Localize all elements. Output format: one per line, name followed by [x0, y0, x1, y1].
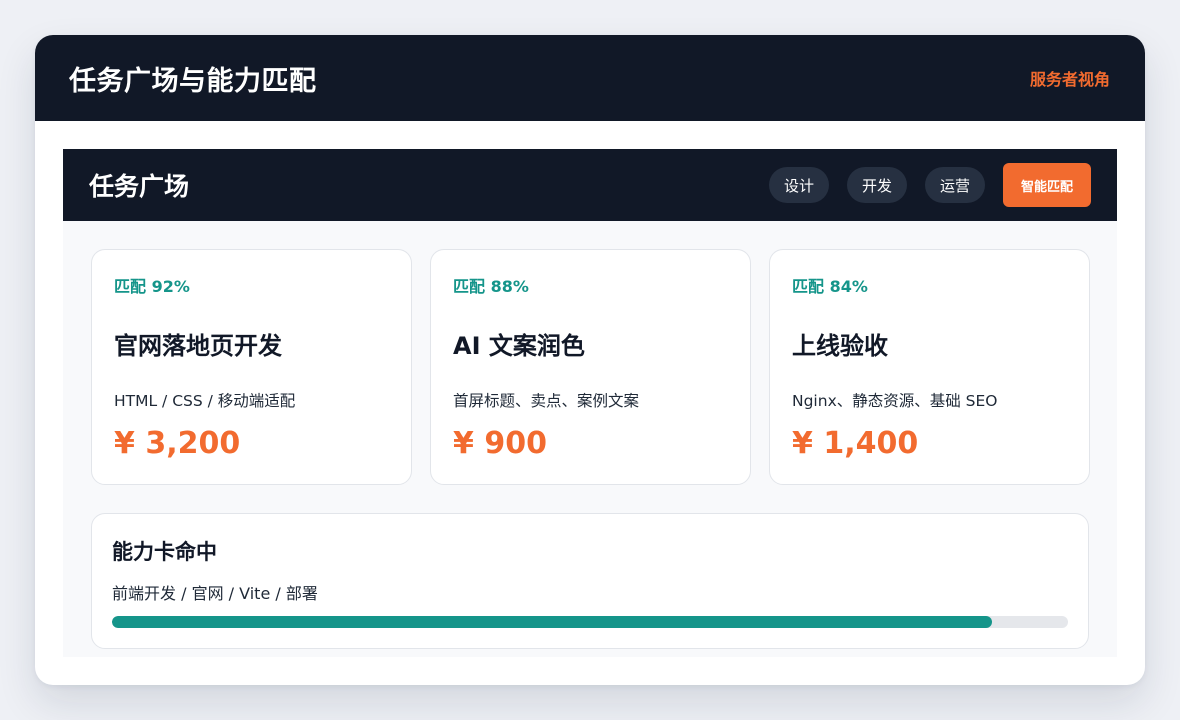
filter-chip-dev[interactable]: 开发 [846, 167, 907, 203]
task-card[interactable]: 匹配 84% 上线验收 Nginx、静态资源、基础 SEO ¥ 1,400 [769, 249, 1090, 485]
smart-match-button[interactable]: 智能匹配 [1002, 163, 1091, 207]
skill-progress-bar [112, 616, 1068, 628]
task-title: 官网落地页开发 [114, 332, 282, 360]
task-title: AI 文案润色 [453, 332, 585, 360]
skill-match-card: 能力卡命中 前端开发 / 官网 / Vite / 部署 [91, 513, 1089, 649]
task-square-header: 任务广场 设计 开发 运营 智能匹配 [63, 149, 1117, 221]
skill-card-title: 能力卡命中 [112, 540, 217, 564]
task-description: HTML / CSS / 移动端适配 [114, 392, 296, 410]
page-title: 任务广场与能力匹配 [69, 65, 317, 97]
app-window: 任务广场与能力匹配 服务者视角 任务广场 设计 开发 运营 智能匹配 匹配 92… [35, 35, 1145, 685]
filter-chip-design[interactable]: 设计 [768, 167, 829, 203]
app-header: 任务广场与能力匹配 服务者视角 [35, 35, 1145, 121]
task-title: 上线验收 [792, 332, 888, 360]
task-square-title: 任务广场 [89, 172, 190, 201]
task-square-panel: 任务广场 设计 开发 运营 智能匹配 匹配 92% 官网落地页开发 HTML /… [63, 149, 1117, 657]
provider-view-toggle[interactable]: 服务者视角 [1030, 66, 1110, 90]
task-price: ¥ 900 [453, 426, 547, 461]
task-price: ¥ 3,200 [114, 426, 241, 461]
task-description: Nginx、静态资源、基础 SEO [792, 392, 998, 410]
match-score: 匹配 84% [792, 277, 868, 296]
task-card-list: 匹配 92% 官网落地页开发 HTML / CSS / 移动端适配 ¥ 3,20… [91, 249, 1090, 485]
filter-chip-ops[interactable]: 运营 [924, 167, 985, 203]
task-price: ¥ 1,400 [792, 426, 919, 461]
task-card[interactable]: 匹配 92% 官网落地页开发 HTML / CSS / 移动端适配 ¥ 3,20… [91, 249, 412, 485]
task-card[interactable]: 匹配 88% AI 文案润色 首屏标题、卖点、案例文案 ¥ 900 [430, 249, 751, 485]
match-score: 匹配 88% [453, 277, 529, 296]
skill-tags: 前端开发 / 官网 / Vite / 部署 [112, 584, 318, 603]
match-score: 匹配 92% [114, 277, 190, 296]
filter-bar: 设计 开发 运营 智能匹配 [751, 163, 1091, 207]
skill-progress-fill [112, 616, 992, 628]
task-description: 首屏标题、卖点、案例文案 [453, 392, 640, 410]
